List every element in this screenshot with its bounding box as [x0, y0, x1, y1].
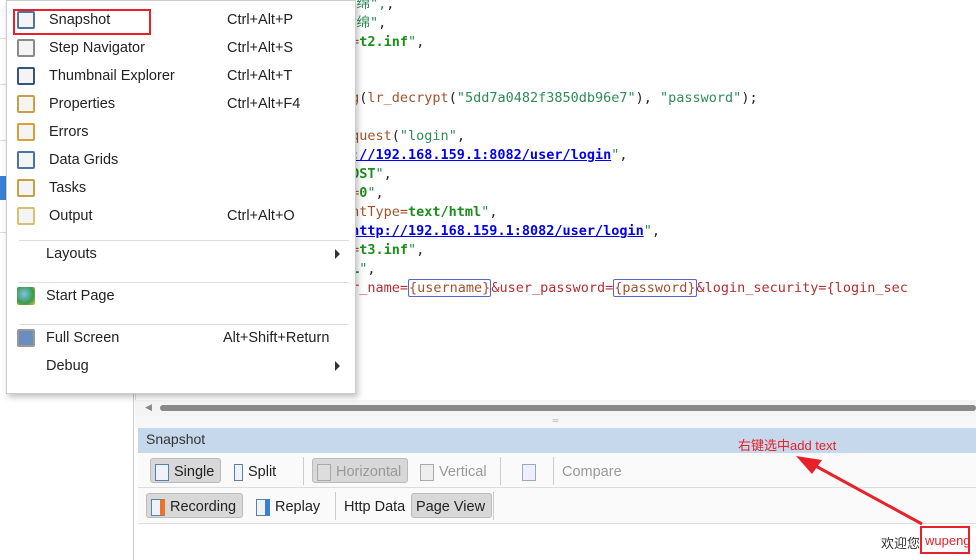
- split-button[interactable]: Split: [230, 458, 282, 483]
- errors-icon: [17, 123, 35, 141]
- vertical-icon: [420, 463, 434, 481]
- page-view-content: 欢迎您 wupeng: [138, 524, 976, 560]
- code-token: ": [643, 223, 652, 239]
- code-token: ": [367, 185, 376, 201]
- code-token: text/html: [408, 204, 482, 220]
- code-token: ,: [456, 128, 465, 144]
- horizontal-icon: [317, 463, 331, 481]
- output-icon: [17, 207, 35, 225]
- code-token: lr_decrypt: [367, 90, 449, 106]
- split-view-icon: [234, 463, 243, 481]
- tasks-icon: [17, 179, 35, 197]
- code-line: ng(lr_decrypt("5dd7a0482f3850db96e7"), "…: [343, 89, 758, 108]
- code-line: =http://192.168.159.1:8082/user/login",: [343, 222, 660, 241]
- single-button[interactable]: Single: [150, 458, 222, 483]
- menu-item-output[interactable]: Output Ctrl+Alt+O: [7, 203, 355, 231]
- snapshot-view-toolbar: Single Split Horizontal Vertical Compare: [138, 453, 976, 488]
- code-token: ": [408, 242, 417, 258]
- code-token: ,: [383, 166, 392, 182]
- code-token: ,: [386, 0, 395, 12]
- recording-icon: [151, 498, 165, 516]
- full-screen-icon: [17, 329, 35, 347]
- menu-item-step-navigator[interactable]: Step Navigator Ctrl+Alt+S: [7, 35, 355, 63]
- menu-item-start-page[interactable]: Start Page: [7, 283, 355, 311]
- scroll-left-icon[interactable]: ◀: [145, 402, 152, 413]
- replay-button[interactable]: Replay: [252, 493, 326, 518]
- annotation-text: 右键选中add text: [738, 438, 837, 453]
- code-token: ,: [378, 15, 387, 31]
- code-token: ": [375, 166, 384, 182]
- single-view-icon: [155, 463, 169, 481]
- menu-item-snapshot[interactable]: Snapshot Ctrl+Alt+P: [7, 7, 355, 35]
- menu-item-layouts[interactable]: Layouts: [7, 241, 355, 269]
- menu-item-data-grids[interactable]: Data Grids: [7, 147, 355, 175]
- step-navigator-icon: [17, 39, 35, 57]
- username-text[interactable]: wupeng: [920, 526, 970, 554]
- menu-item-full-screen[interactable]: Full Screen Alt+Shift+Return: [7, 325, 355, 353]
- menu-item-errors[interactable]: Errors: [7, 119, 355, 147]
- code-token: ,: [619, 147, 628, 163]
- code-token: (: [448, 90, 457, 106]
- code-token: ),: [635, 90, 661, 106]
- code-token: ,: [416, 242, 425, 258]
- code-token: "5dd7a0482f3850db96e7": [456, 90, 636, 106]
- code-line: p://192.168.159.1:8082/user/login",: [343, 146, 628, 165]
- code-token: ,: [375, 185, 384, 201]
- horizontal-button[interactable]: Horizontal: [312, 458, 409, 483]
- code-token: ,: [416, 34, 425, 50]
- code-line: entType=text/html",: [343, 203, 497, 222]
- compare-button[interactable]: Compare: [558, 458, 628, 483]
- code-token: {username}: [408, 279, 492, 297]
- http-data-tab[interactable]: Http Data: [340, 493, 411, 518]
- code-token: ,: [489, 204, 498, 220]
- page-view-tab[interactable]: Page View: [411, 493, 493, 518]
- snapshot-icon: [17, 11, 35, 29]
- vertical-button[interactable]: Vertical: [416, 458, 493, 483]
- menu-item-properties[interactable]: Properties Ctrl+Alt+F4: [7, 91, 355, 119]
- code-token: "login": [399, 128, 457, 144]
- splitter-handle[interactable]: ═: [135, 416, 976, 428]
- code-token: &user_password=: [491, 280, 614, 296]
- menu-item-debug[interactable]: Debug: [7, 353, 355, 381]
- sync-button[interactable]: [518, 458, 542, 483]
- code-line: er_name={username}&user_password={passwo…: [343, 279, 908, 298]
- scrollbar-thumb[interactable]: [160, 405, 976, 411]
- snapshot-source-toolbar: Recording Replay Http Data Page View: [138, 488, 976, 524]
- sync-icon: [522, 463, 536, 481]
- thumbnail-icon: [17, 67, 35, 85]
- snapshot-panel-header: Snapshot: [138, 428, 976, 453]
- replay-icon: [256, 498, 270, 516]
- properties-icon: [17, 95, 35, 113]
- code-token: ,: [367, 261, 376, 277]
- menu-item-tasks[interactable]: Tasks: [7, 175, 355, 203]
- divider: [303, 457, 304, 485]
- code-token: p://192.168.159.1:8082/user/login: [343, 147, 612, 163]
- welcome-text: 欢迎您: [881, 536, 921, 551]
- code-token: http://192.168.159.1:8082/user/login: [351, 223, 644, 239]
- code-token: (: [391, 128, 400, 144]
- start-page-icon: [17, 287, 35, 305]
- divider: [335, 492, 336, 520]
- snapshot-title: Snapshot: [146, 431, 206, 447]
- divider: [553, 457, 554, 485]
- code-token: );: [741, 90, 758, 106]
- code-token: &login_security={login_sec: [696, 280, 908, 296]
- divider: [500, 457, 501, 485]
- data-grid-icon: [17, 151, 35, 169]
- code-token: {password}: [613, 279, 697, 297]
- horizontal-scrollbar[interactable]: ◀: [135, 400, 976, 416]
- code-token: "password": [660, 90, 742, 106]
- code-token: t3.inf: [359, 242, 409, 258]
- code-token: t2.inf: [359, 34, 409, 50]
- menu-item-thumbnail-explorer[interactable]: Thumbnail Explorer Ctrl+Alt+T: [7, 63, 355, 91]
- code-token: ,: [651, 223, 661, 239]
- submenu-arrow-icon: [335, 361, 340, 371]
- view-menu: Snapshot Ctrl+Alt+P Step Navigator Ctrl+Alt…: [6, 0, 356, 394]
- recording-button[interactable]: Recording: [146, 493, 244, 518]
- divider: [493, 492, 494, 520]
- code-token: ": [408, 34, 417, 50]
- submenu-arrow-icon: [335, 249, 340, 259]
- code-line: equest("login",: [343, 127, 465, 146]
